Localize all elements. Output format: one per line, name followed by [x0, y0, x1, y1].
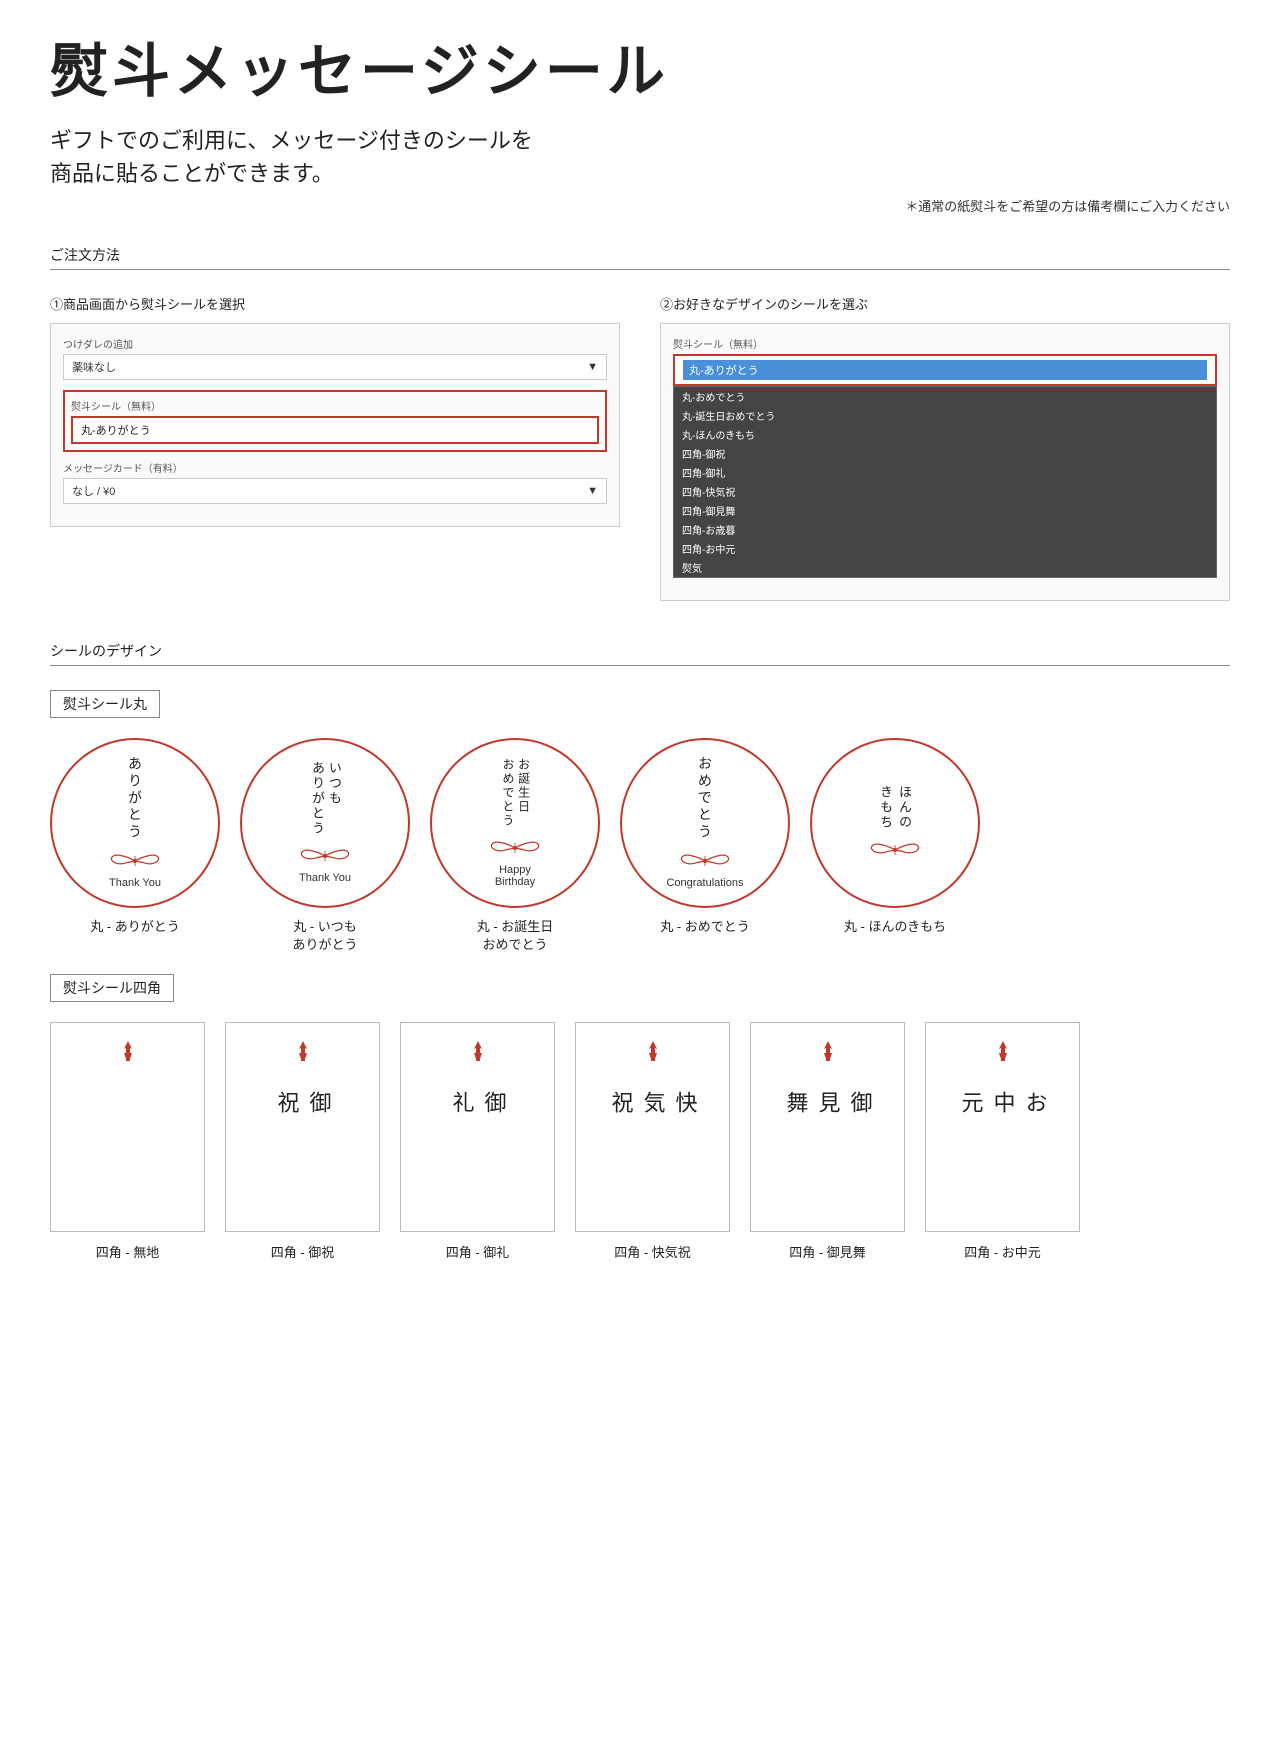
step2-mock-ui: 熨斗シール（無料） 丸-ありがとう 丸-おめでとう 丸-誕生日おめでとう 丸-ほ…: [660, 323, 1230, 601]
seal-itsumo-caption: 丸 - いつもありがとう: [292, 918, 357, 954]
design-section-title: シールのデザイン: [50, 641, 1230, 666]
noshi-ornament-icon: [991, 1039, 1015, 1075]
step2-selected-item[interactable]: 丸-ありがとう: [673, 354, 1217, 386]
step1-mock-ui: つけダレの追加 薬味なし ▼ 熨斗シール（無料） 丸-ありがとう メッセージカー…: [50, 323, 620, 527]
subtitle: ギフトでのご利用に、メッセージ付きのシールを 商品に貼ることができます。: [50, 124, 1230, 190]
seal-rect-kaikiiwai: 快気祝 四角 - 快気祝: [575, 1022, 730, 1261]
noshi-ornament-icon: [116, 1039, 140, 1075]
seal-rect-oiwai: 御祝 四角 - 御祝: [225, 1022, 380, 1261]
page-title: 熨斗メッセージシール: [50, 40, 1230, 104]
seal-honnokimochi-caption: 丸 - ほんのきもち: [844, 918, 946, 936]
seal-rect-omimai-caption: 四角 - 御見舞: [789, 1242, 866, 1261]
seal-rect-ochugen: お中元 四角 - お中元: [925, 1022, 1080, 1261]
seal-arigatou-caption: 丸 - ありがとう: [90, 918, 180, 936]
mock-field-card: メッセージカード（有料） なし / ¥0 ▼: [63, 460, 607, 504]
noshi-ornament-icon: [291, 1039, 315, 1075]
order-method-section: ①商品画面から熨斗シールを選択 つけダレの追加 薬味なし ▼ 熨斗シール（無料）…: [50, 294, 1230, 601]
bow-icon: [300, 846, 350, 866]
seal-rect-plain: 四角 - 無地: [50, 1022, 205, 1261]
mock-field-sauce: つけダレの追加 薬味なし ▼: [63, 336, 607, 380]
seal-itsumo-arigatou: いつもありがとう Thank You 丸 - いつもありがとう: [240, 738, 410, 954]
round-seals-row: ありがとう Thank You 丸 - ありがとう いつもありがとう: [50, 738, 1230, 954]
seal-arigatou: ありがとう Thank You 丸 - ありがとう: [50, 738, 220, 954]
order-step-2: ②お好きなデザインのシールを選ぶ 熨斗シール（無料） 丸-ありがとう 丸-おめで…: [660, 294, 1230, 601]
seal-rect-gorei: 御礼 四角 - 御礼: [400, 1022, 555, 1261]
seal-omedetou: おめでとう Congratulations 丸 - おめでとう: [620, 738, 790, 954]
seal-birthday: お誕生日おめでとう HappyBirthday 丸 - お誕生日おめでとう: [430, 738, 600, 954]
noshi-ornament-icon: [466, 1039, 490, 1075]
paper-noshi-note: ＊通常の紙熨斗をご希望の方は備考欄にご入力ください: [50, 196, 1230, 215]
square-seals-row: 四角 - 無地 御祝 四角 - 御祝: [50, 1022, 1230, 1261]
seal-omedetou-caption: 丸 - おめでとう: [660, 918, 750, 936]
step2-title: ②お好きなデザインのシールを選ぶ: [660, 294, 1230, 313]
bow-icon: [110, 851, 160, 871]
seal-rect-kaikiiwai-caption: 四角 - 快気祝: [614, 1242, 691, 1261]
noshi-ornament-icon: [641, 1039, 665, 1075]
seal-rect-ochugen-caption: 四角 - お中元: [964, 1242, 1041, 1261]
bow-icon: [680, 851, 730, 871]
mock-field-noshi-highlighted: 熨斗シール（無料） 丸-ありがとう: [63, 390, 607, 452]
step1-title: ①商品画面から熨斗シールを選択: [50, 294, 620, 313]
order-step-1: ①商品画面から熨斗シールを選択 つけダレの追加 薬味なし ▼ 熨斗シール（無料）…: [50, 294, 620, 601]
seal-rect-gorei-caption: 四角 - 御礼: [446, 1242, 510, 1261]
seal-rect-plain-caption: 四角 - 無地: [96, 1242, 160, 1261]
bow-icon: [490, 838, 540, 858]
square-seal-label: 熨斗シール四角: [50, 974, 174, 1002]
seal-rect-omimai: 御見舞 四角 - 御見舞: [750, 1022, 905, 1261]
seal-rect-oiwai-caption: 四角 - 御祝: [271, 1242, 335, 1261]
step2-dropdown-list: 丸-おめでとう 丸-誕生日おめでとう 丸-ほんのきもち 四角-御祝 四角-御礼 …: [673, 386, 1217, 578]
order-method-label: ご注文方法: [50, 245, 1230, 270]
seal-birthday-caption: 丸 - お誕生日おめでとう: [477, 918, 554, 954]
round-seal-label: 熨斗シール丸: [50, 690, 160, 718]
noshi-ornament-icon: [816, 1039, 840, 1075]
seal-honnokimochi: ほんのきもち 丸 - ほんのきもち: [810, 738, 980, 954]
bow-icon: [870, 840, 920, 860]
